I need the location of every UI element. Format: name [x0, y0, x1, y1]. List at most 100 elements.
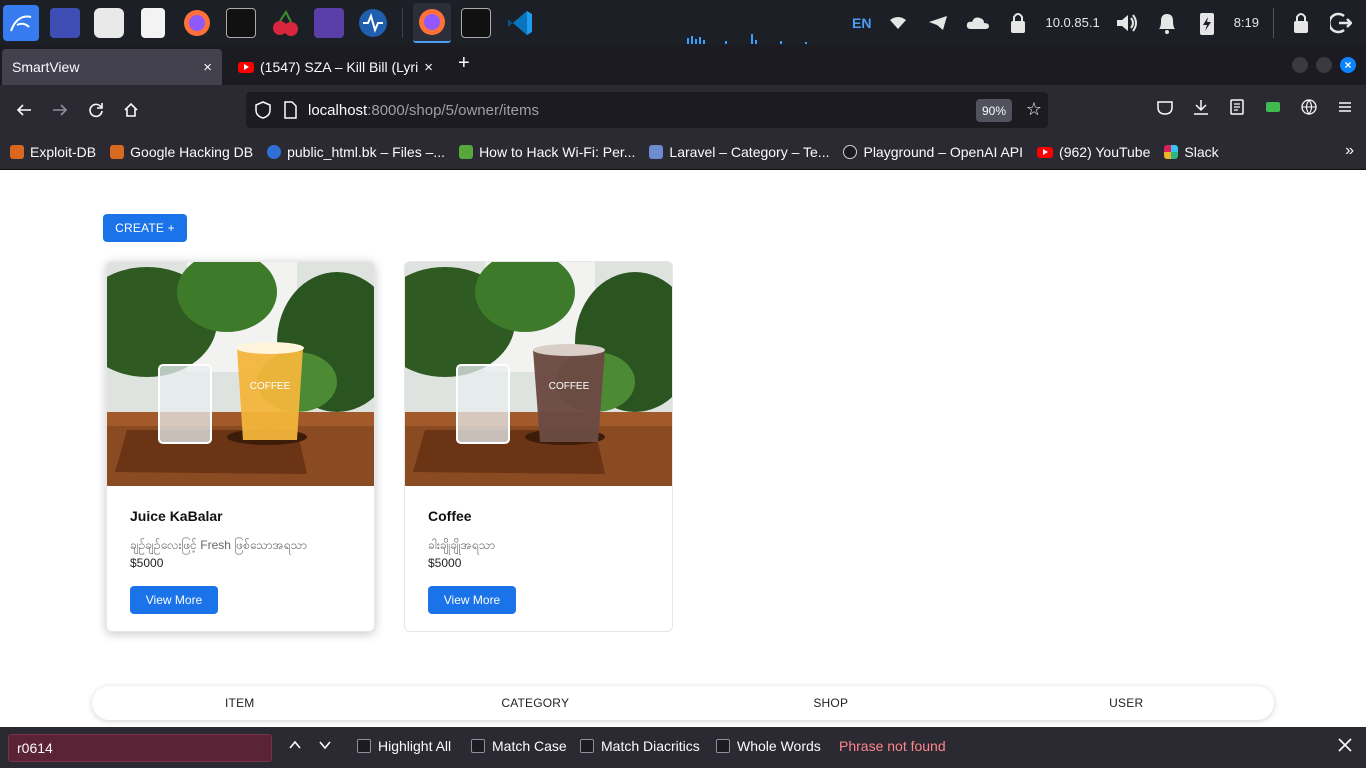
find-close-icon[interactable] — [1338, 736, 1352, 757]
address-bar[interactable]: localhost:8000/shop/5/owner/items 90% ☆ — [246, 92, 1048, 128]
item-image: COFFEE — [405, 262, 672, 486]
tab-title: SmartView — [12, 59, 80, 75]
terminal-launcher-icon[interactable] — [222, 3, 260, 43]
bookmark-public-html[interactable]: public_html.bk – Files –... — [267, 144, 445, 160]
firefox-window-icon[interactable] — [413, 2, 451, 43]
vpn-lock-icon[interactable] — [1005, 10, 1031, 36]
match-case-option[interactable]: Match Case — [471, 738, 567, 754]
back-arrow-icon[interactable] — [12, 98, 36, 122]
home-icon[interactable] — [119, 98, 143, 122]
cherrytree-icon[interactable] — [266, 3, 304, 43]
bookmark-hack-wifi[interactable]: How to Hack Wi-Fi: Per... — [459, 144, 635, 160]
maximize-button[interactable] — [1316, 57, 1332, 73]
window-controls: × — [1292, 57, 1356, 73]
wifi-icon[interactable] — [885, 10, 911, 36]
highlight-all-checkbox[interactable] — [357, 739, 371, 753]
browser-tab-strip: SmartView × (1547) SZA – Kill Bill (Lyri… — [0, 45, 1366, 85]
firefox-launcher-icon[interactable] — [178, 3, 216, 43]
zoom-level-badge[interactable]: 90% — [975, 99, 1012, 122]
bookmark-exploit-db[interactable]: Exploit-DB — [10, 144, 96, 160]
downloads-icon[interactable] — [1192, 98, 1210, 116]
kali-menu-icon[interactable] — [2, 3, 40, 43]
extension-icon[interactable] — [1264, 98, 1282, 116]
files-icon — [267, 145, 282, 159]
bookmark-star-icon[interactable]: ☆ — [1026, 99, 1042, 120]
bookmark-slack[interactable]: Slack — [1164, 144, 1219, 160]
find-status: Phrase not found — [839, 738, 946, 754]
bookmark-google-hacking-db[interactable]: Google Hacking DB — [110, 144, 253, 160]
card-body: Coffee ခါးချိုချိုအရသာ $5000 View More — [405, 486, 672, 631]
bookmark-label: Slack — [1184, 144, 1219, 160]
logout-icon[interactable] — [1328, 10, 1354, 36]
system-monitor-icon[interactable] — [354, 3, 392, 43]
bookmark-label: Google Hacking DB — [130, 144, 254, 160]
ghdb-icon — [110, 145, 125, 159]
bookmark-label: Laravel – Category – Te... — [669, 144, 830, 160]
nav-item-item[interactable]: ITEM — [92, 696, 388, 710]
tab-youtube[interactable]: (1547) SZA – Kill Bill (Lyrics × — [228, 49, 443, 85]
youtube-icon — [1037, 146, 1054, 158]
minimize-button[interactable] — [1292, 57, 1308, 73]
view-more-button[interactable]: View More — [428, 586, 516, 614]
os-taskbar: EN 10.0.85.1 8:19 — [0, 0, 1366, 45]
option-label: Match Diacritics — [601, 738, 700, 754]
lock-screen-icon[interactable] — [1288, 10, 1314, 36]
workspace-icon[interactable] — [46, 3, 84, 43]
language-globe-icon[interactable] — [1300, 98, 1318, 116]
screenshot-tool-icon[interactable] — [310, 3, 348, 43]
find-input[interactable]: r0614 — [8, 734, 272, 762]
highlight-all-option[interactable]: Highlight All — [357, 738, 451, 754]
match-diacritics-option[interactable]: Match Diacritics — [580, 738, 700, 754]
nav-item-category[interactable]: CATEGORY — [388, 696, 684, 710]
page-info-icon[interactable] — [283, 101, 297, 119]
pocket-icon[interactable] — [1156, 98, 1174, 116]
vscode-window-icon[interactable] — [501, 3, 539, 43]
tab-close-icon[interactable]: × — [424, 59, 433, 76]
option-label: Highlight All — [378, 738, 452, 754]
telegram-icon[interactable] — [925, 10, 951, 36]
item-price: $5000 — [428, 556, 462, 570]
hamburger-menu-icon[interactable] — [1336, 98, 1354, 116]
reader-view-icon[interactable] — [1228, 98, 1246, 116]
bookmark-laravel[interactable]: Laravel – Category – Te... — [649, 144, 829, 160]
reload-icon[interactable] — [84, 98, 108, 122]
volume-icon[interactable] — [1114, 10, 1140, 36]
text-editor-icon[interactable] — [134, 3, 172, 43]
view-more-button[interactable]: View More — [130, 586, 218, 614]
close-window-button[interactable]: × — [1340, 57, 1356, 73]
item-description: ခါးချိုချိုအရသာ — [428, 538, 496, 552]
forward-arrow-icon[interactable] — [48, 98, 72, 122]
nav-item-user[interactable]: USER — [979, 696, 1275, 710]
notifications-bell-icon[interactable] — [1154, 10, 1180, 36]
bookmark-youtube[interactable]: (962) YouTube — [1037, 144, 1150, 160]
svg-text:COFFEE: COFFEE — [250, 381, 291, 392]
item-card: COFFEE Coffee ခါးချိုချိုအရသာ $5000 View… — [404, 261, 673, 632]
shield-icon[interactable] — [255, 101, 271, 119]
whole-words-checkbox[interactable] — [716, 739, 730, 753]
create-button[interactable]: CREATE + — [103, 214, 187, 242]
match-case-checkbox[interactable] — [471, 739, 485, 753]
bookmark-openai-playground[interactable]: Playground – OpenAI API — [843, 144, 1023, 160]
whole-words-option[interactable]: Whole Words — [716, 738, 821, 754]
cloud-icon[interactable] — [965, 10, 991, 36]
network-activity-graph — [687, 34, 807, 44]
nav-item-shop[interactable]: SHOP — [683, 696, 979, 710]
tab-smartview[interactable]: SmartView × — [2, 49, 222, 85]
tab-close-icon[interactable]: × — [203, 59, 212, 76]
find-previous-icon[interactable] — [288, 738, 302, 755]
find-next-icon[interactable] — [318, 738, 332, 755]
file-manager-icon[interactable] — [90, 3, 128, 43]
item-card: COFFEE Juice KaBalar ချဉ်ချဉ်လေးဖြင့် Fr… — [106, 261, 375, 632]
keyboard-layout-indicator[interactable]: EN — [852, 15, 871, 31]
toolbar-actions — [1156, 98, 1354, 116]
url-text[interactable]: localhost:8000/shop/5/owner/items — [308, 102, 539, 119]
bookmarks-overflow-icon[interactable]: » — [1345, 142, 1354, 160]
clock[interactable]: 8:19 — [1234, 15, 1259, 30]
bookmark-label: Playground – OpenAI API — [863, 144, 1024, 160]
battery-charging-icon[interactable] — [1194, 10, 1220, 36]
bookmark-label: (962) YouTube — [1059, 144, 1151, 160]
vpn-ip-address: 10.0.85.1 — [1045, 15, 1100, 30]
terminal-window-icon[interactable] — [457, 3, 495, 43]
match-diacritics-checkbox[interactable] — [580, 739, 594, 753]
new-tab-button[interactable]: + — [458, 52, 470, 75]
